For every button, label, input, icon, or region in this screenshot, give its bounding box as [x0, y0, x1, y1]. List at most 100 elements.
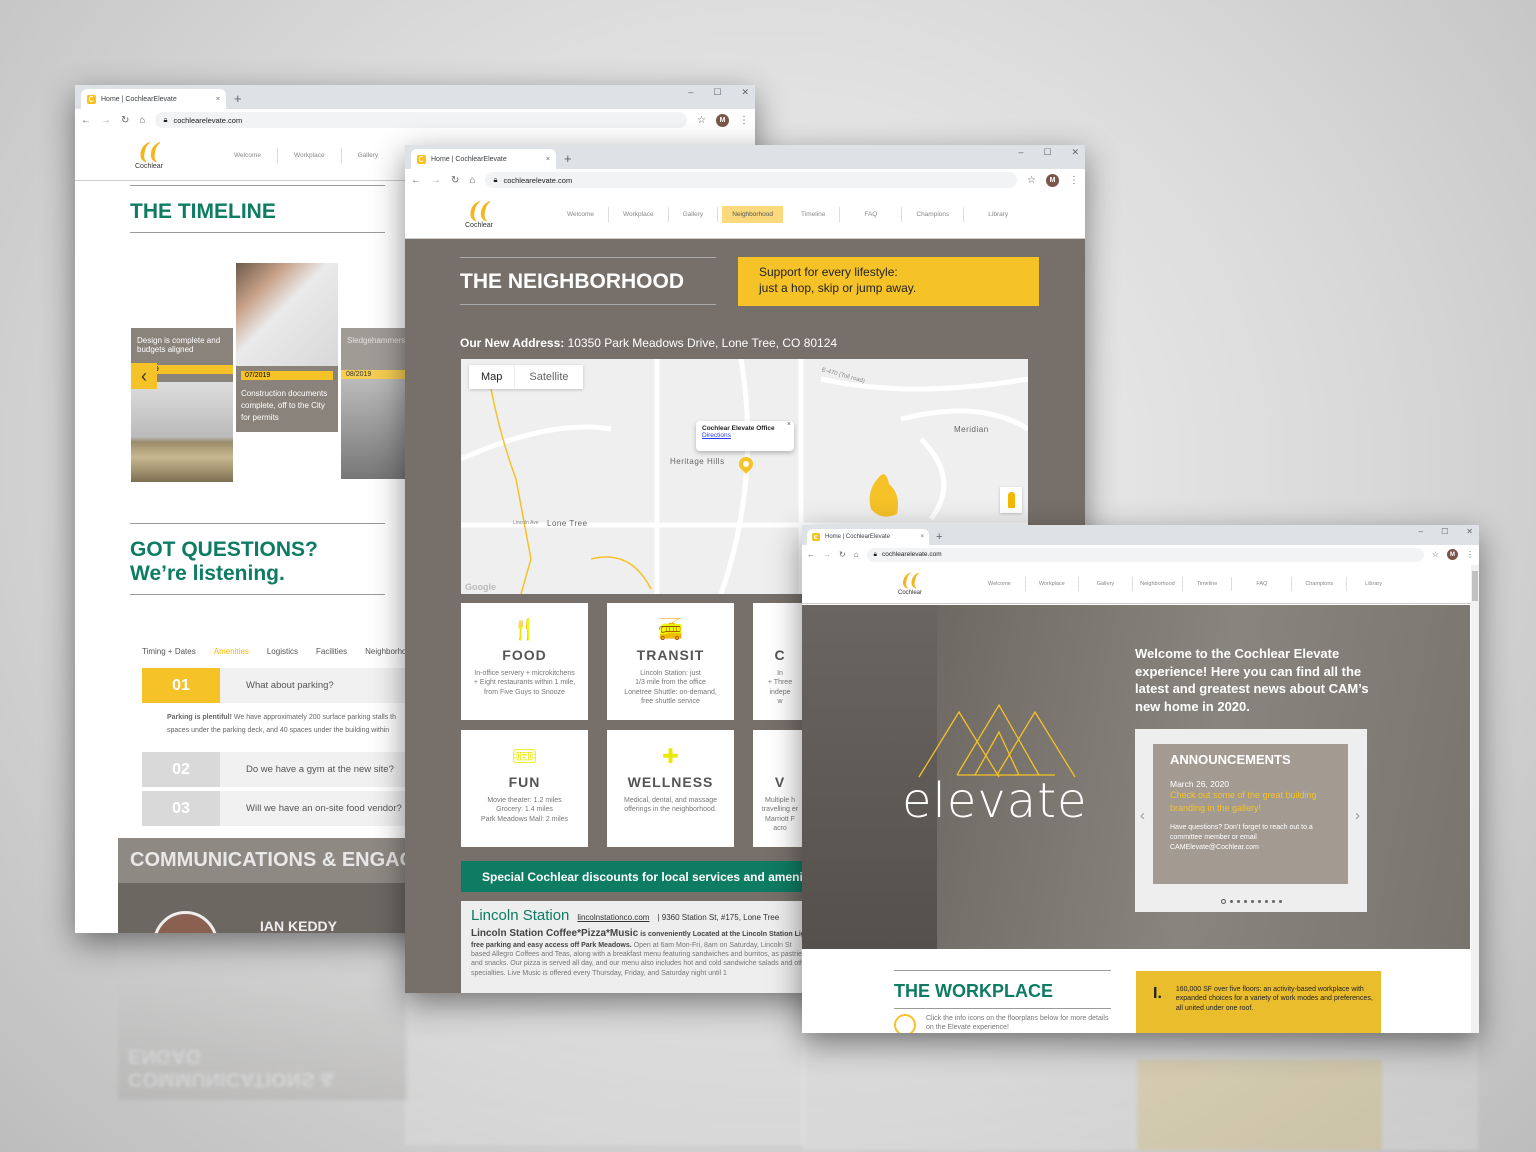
nav-workplace[interactable]: Workplace [1026, 576, 1079, 591]
announcement-headline[interactable]: Check out some of the great building bra… [1170, 789, 1331, 814]
cochlear-logo[interactable]: (( Cochlear [465, 200, 493, 229]
faq-tab-logistics[interactable]: Logistics [267, 647, 298, 656]
carousel-dot[interactable] [1250, 900, 1254, 903]
nav-faq[interactable]: FAQ [840, 207, 903, 222]
url-field[interactable]: 🔒︎ cochlearelevate.com [155, 112, 688, 128]
url-field[interactable]: 🔒︎ cochlearelevate.com [866, 547, 1424, 562]
person-name: IAN KEDDY [260, 918, 338, 933]
tab-close-icon[interactable]: × [546, 156, 550, 163]
nav-neighborhood[interactable]: Neighborhood [1133, 576, 1183, 591]
maximize-button[interactable]: ☐ [713, 87, 721, 98]
logo-mark-icon: (( [138, 139, 160, 165]
nav-champions[interactable]: Champions [1292, 576, 1348, 591]
menu-icon[interactable]: ⋮ [739, 115, 749, 126]
reload-icon[interactable]: ↻ [121, 115, 129, 126]
carousel-dot[interactable] [1220, 899, 1226, 904]
reload-icon[interactable]: ↻ [839, 550, 846, 559]
map-type-control: Map Satellite [469, 365, 583, 389]
nav-timeline[interactable]: Timeline [1183, 576, 1233, 591]
nav-library[interactable]: Library [964, 207, 1032, 222]
nav-gallery[interactable]: Gallery [342, 148, 395, 163]
menu-icon[interactable]: ⋮ [1069, 175, 1079, 186]
profile-avatar[interactable]: M [716, 113, 729, 127]
faq-tab-amenities[interactable]: Amenities [214, 647, 249, 656]
carousel-dot[interactable] [1271, 900, 1275, 903]
nav-workplace[interactable]: Workplace [278, 148, 342, 163]
minimize-button[interactable]: – [688, 87, 693, 98]
map-type-map-button[interactable]: Map [469, 365, 516, 389]
profile-avatar[interactable]: M [1447, 549, 1458, 560]
faq-item[interactable]: 02 Do we have a gym at the new site? [142, 752, 422, 787]
faq-item[interactable]: 01 What about parking? [142, 668, 422, 703]
home-icon[interactable]: ⌂ [469, 175, 475, 186]
nav-library[interactable]: Library [1347, 577, 1400, 591]
maximize-button[interactable]: ☐ [1043, 147, 1051, 158]
nav-welcome[interactable]: Welcome [974, 576, 1026, 591]
tab-close-icon[interactable]: × [216, 96, 220, 103]
carousel-prev-button[interactable]: ‹ [1140, 807, 1145, 824]
url-field[interactable]: 🔒︎ cochlearelevate.com [485, 172, 1018, 188]
popup-close-icon[interactable]: × [787, 421, 791, 428]
reflected-comms-title: COMMUNICATIONS & ENGAG [128, 1045, 335, 1090]
nav-timeline[interactable]: Timeline [787, 207, 841, 222]
nav-faq[interactable]: FAQ [1232, 576, 1293, 591]
listing-link[interactable]: lincolnstationco.com [577, 913, 649, 922]
nav-welcome[interactable]: Welcome [218, 148, 278, 163]
map-type-satellite-button[interactable]: Satellite [515, 365, 582, 389]
scrollbar[interactable] [1471, 565, 1479, 1033]
forward-icon[interactable]: → [431, 175, 441, 186]
amenity-line: Grocery: 1.4 miles [496, 806, 553, 814]
announcement-date: March 26, 2020 [1170, 779, 1230, 789]
new-tab-button[interactable]: + [564, 151, 572, 166]
menu-icon[interactable]: ⋮ [1466, 550, 1474, 559]
faq-tabs: Timing + Dates Amenities Logistics Facil… [142, 647, 415, 656]
close-window-button[interactable]: ✕ [1071, 147, 1079, 158]
maximize-button[interactable]: ☐ [1441, 527, 1448, 536]
carousel-dot[interactable] [1229, 900, 1233, 903]
carousel-dot[interactable] [1257, 900, 1261, 903]
carousel-dot[interactable] [1264, 900, 1268, 903]
carousel-next-button[interactable]: › [1355, 807, 1360, 824]
nav-welcome[interactable]: Welcome [553, 207, 609, 222]
minimize-button[interactable]: – [1018, 147, 1023, 158]
back-icon[interactable]: ← [81, 115, 91, 126]
nav-gallery[interactable]: Gallery [1079, 576, 1134, 591]
faq-answer-bold: Parking is plentiful! [167, 714, 232, 721]
carousel-dot[interactable] [1243, 900, 1247, 903]
home-icon[interactable]: ⌂ [854, 550, 859, 559]
directions-link[interactable]: Directions [702, 432, 788, 439]
close-window-button[interactable]: ✕ [741, 87, 749, 98]
prev-arrow-button[interactable]: ‹ [131, 363, 157, 389]
back-icon[interactable]: ← [411, 175, 421, 186]
carousel-dot[interactable] [1236, 900, 1240, 903]
bookmark-star-icon[interactable]: ☆ [697, 115, 706, 126]
cochlear-logo[interactable]: (( Cochlear [898, 571, 922, 596]
profile-avatar[interactable]: M [1046, 173, 1059, 187]
close-window-button[interactable]: ✕ [1466, 527, 1473, 536]
forward-icon[interactable]: → [101, 115, 111, 126]
tab-close-icon[interactable]: × [920, 534, 924, 540]
new-tab-button[interactable]: + [936, 531, 942, 543]
nav-workplace[interactable]: Workplace [609, 207, 669, 222]
reflection-welcome [802, 1040, 1478, 1150]
cochlear-logo[interactable]: (( Cochlear [135, 141, 163, 170]
browser-tab[interactable]: Home | CochlearElevate × [807, 529, 929, 545]
faq-item[interactable]: 03 Will we have an on-site food vendor? [142, 791, 422, 826]
carousel-dot[interactable] [1278, 900, 1282, 903]
minimize-button[interactable]: – [1419, 527, 1423, 536]
back-icon[interactable]: ← [807, 550, 815, 559]
forward-icon[interactable]: → [823, 550, 831, 559]
browser-tab[interactable]: Home | CochlearElevate × [411, 149, 556, 169]
street-view-pegman-icon[interactable] [1000, 487, 1022, 513]
bookmark-star-icon[interactable]: ☆ [1432, 550, 1439, 559]
nav-champions[interactable]: Champions [902, 207, 965, 222]
faq-tab-timing[interactable]: Timing + Dates [142, 647, 196, 656]
home-icon[interactable]: ⌂ [139, 115, 145, 126]
nav-gallery[interactable]: Gallery [669, 207, 719, 222]
nav-neighborhood[interactable]: Neighborhood [722, 206, 784, 223]
browser-tab[interactable]: Home | CochlearElevate × [81, 89, 226, 109]
faq-tab-facilities[interactable]: Facilities [316, 647, 347, 656]
new-tab-button[interactable]: + [234, 91, 242, 106]
bookmark-star-icon[interactable]: ☆ [1027, 175, 1036, 186]
reload-icon[interactable]: ↻ [451, 175, 459, 186]
